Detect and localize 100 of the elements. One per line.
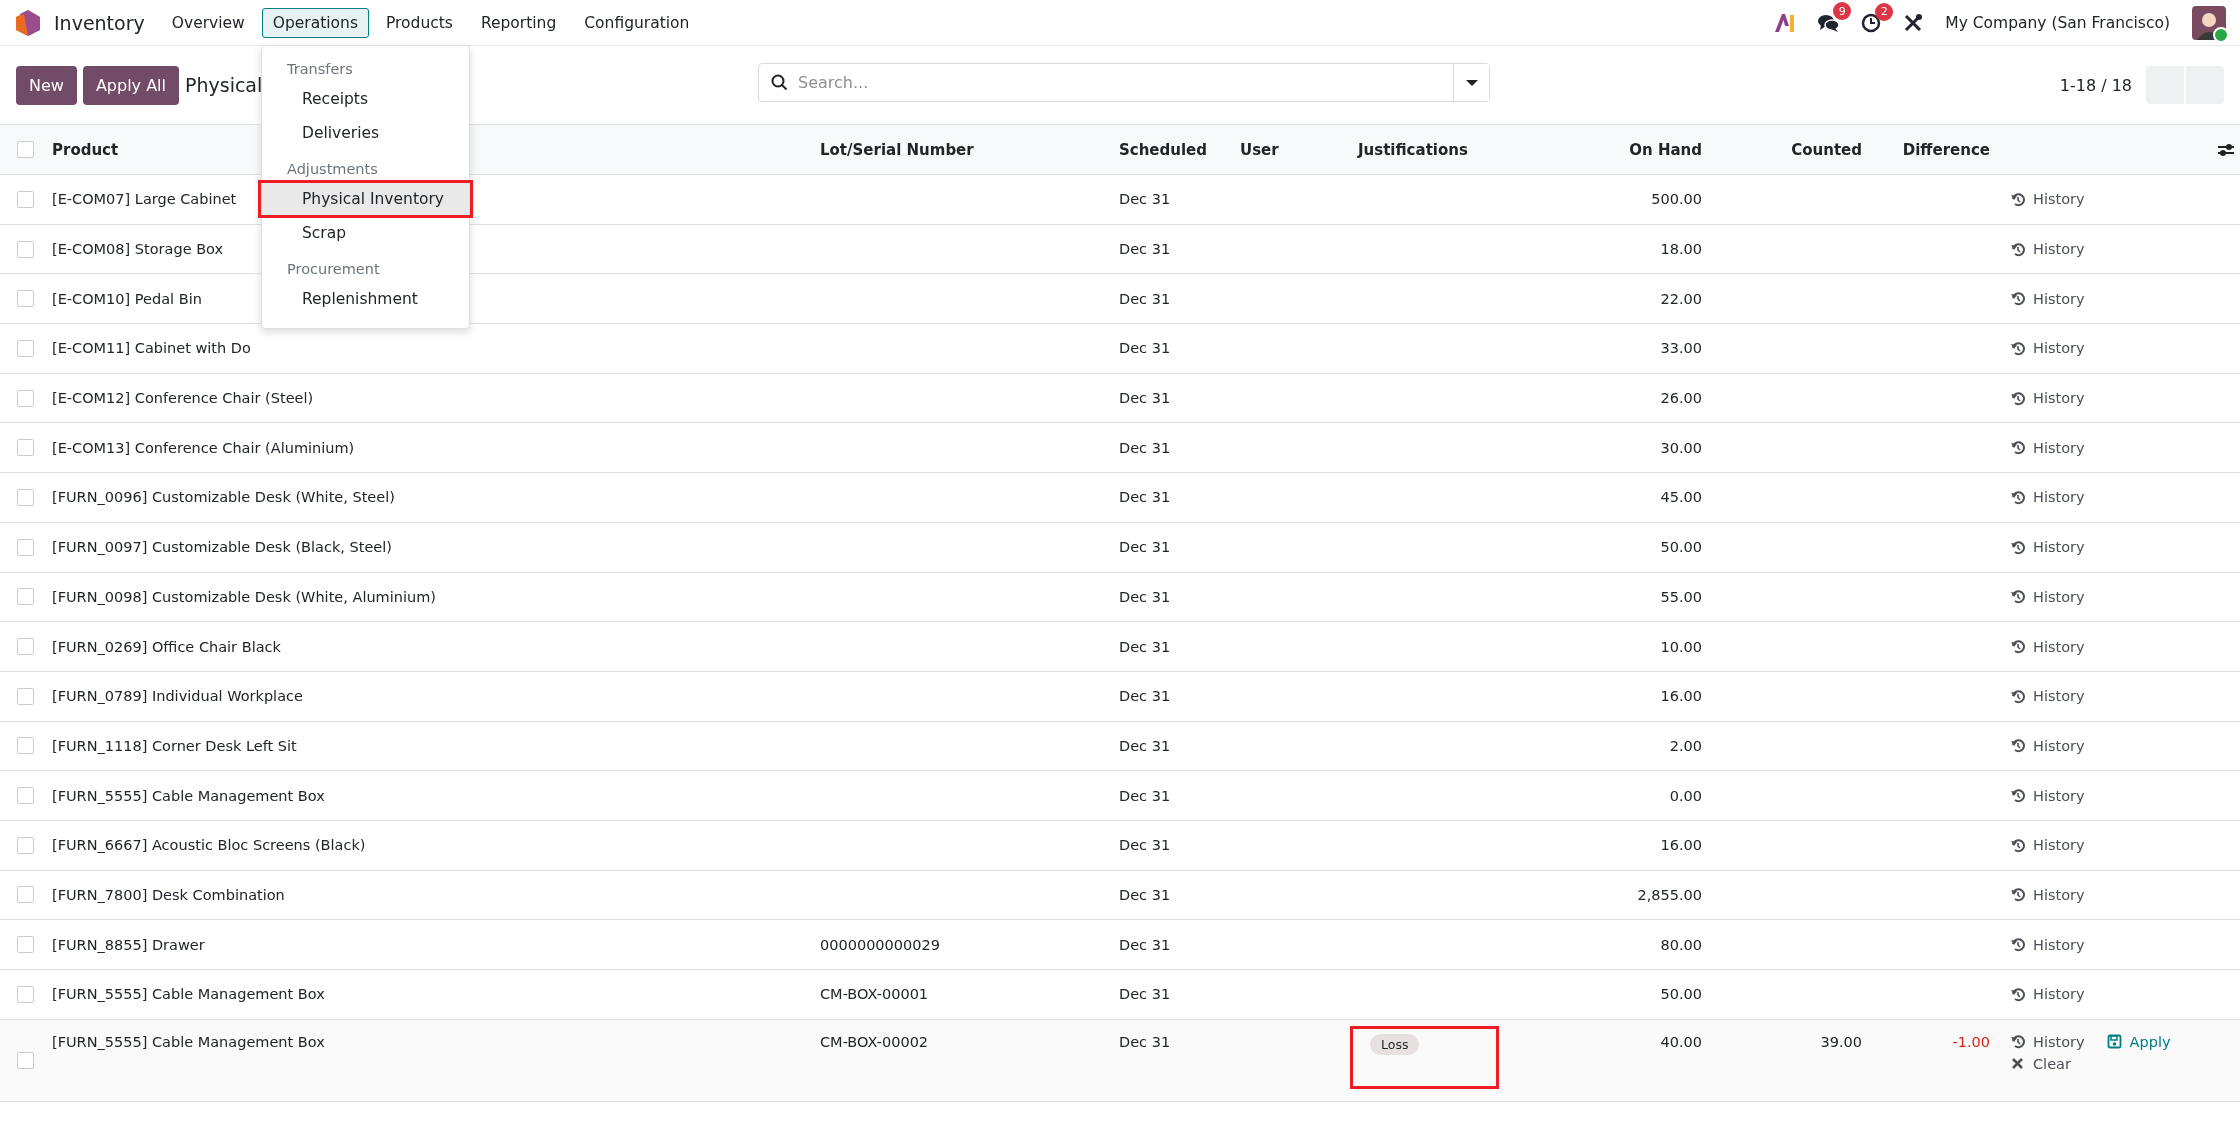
- tools-icon: [1903, 12, 1924, 33]
- search-bar[interactable]: Search...: [758, 63, 1490, 102]
- history-icon: [2010, 191, 2025, 207]
- checkbox[interactable]: [16, 985, 34, 1003]
- nav-menu-item[interactable]: Configuration: [573, 7, 701, 38]
- on-hand-quantity: 0.00: [1669, 787, 1702, 804]
- column-header[interactable]: Counted: [1702, 140, 1862, 159]
- history-button[interactable]: History: [2010, 191, 2085, 208]
- product-name: [E-COM12] Conference Chair (Steel): [52, 390, 314, 407]
- column-header[interactable]: Justifications: [1358, 140, 1600, 159]
- product-name: [FURN_0097] Customizable Desk (Black, Steel): [52, 539, 392, 556]
- scheduled-date: Dec 31: [1119, 191, 1171, 208]
- nav-menu-item[interactable]: Products: [374, 7, 464, 38]
- on-hand-quantity: 500.00: [1651, 191, 1702, 208]
- pager-value: 1-18 / 18: [2059, 75, 2132, 95]
- scheduled-date: Dec 31: [1119, 787, 1171, 804]
- checkbox[interactable]: [16, 638, 34, 656]
- history-button[interactable]: History: [2010, 638, 2085, 655]
- column-header[interactable]: Scheduled: [1119, 140, 1240, 159]
- history-button[interactable]: History: [2010, 340, 2085, 357]
- history-button[interactable]: History: [2010, 787, 2085, 804]
- apply-button[interactable]: Apply: [2106, 1033, 2171, 1050]
- menu-item[interactable]: Receipts: [262, 82, 469, 116]
- checkbox[interactable]: [16, 141, 34, 158]
- checkbox[interactable]: [16, 936, 34, 954]
- history-button[interactable]: History: [2010, 390, 2085, 407]
- nav-menu-item[interactable]: Overview: [160, 7, 256, 38]
- checkbox[interactable]: [16, 737, 34, 755]
- checkbox[interactable]: [16, 588, 34, 606]
- history-icon: [2010, 738, 2025, 754]
- product-name: [FURN_7800] Desk Combination: [52, 886, 285, 903]
- product-name: [E-COM10] Pedal Bin: [52, 290, 202, 307]
- scheduled-date: Dec 31: [1119, 340, 1171, 357]
- scheduled-date: Dec 31: [1119, 390, 1171, 407]
- history-button[interactable]: History: [2010, 588, 2085, 605]
- column-header[interactable]: User: [1240, 140, 1358, 159]
- product-name: [E-COM11] Cabinet with Do: [52, 340, 251, 357]
- history-icon: [2010, 937, 2025, 953]
- history-button[interactable]: History: [2010, 1033, 2085, 1050]
- counted-quantity: 39.00: [1820, 1033, 1862, 1050]
- dropdown-toggle-button[interactable]: [1453, 64, 1489, 101]
- count-badge: 2: [1875, 2, 1894, 21]
- checkbox[interactable]: [16, 439, 34, 457]
- checkbox[interactable]: [16, 787, 34, 805]
- checkbox[interactable]: [16, 687, 34, 705]
- checkbox[interactable]: [16, 240, 34, 258]
- on-hand-quantity: 16.00: [1660, 837, 1702, 854]
- on-hand-quantity: 30.00: [1660, 439, 1702, 456]
- nav-menu-item[interactable]: Reporting: [469, 7, 568, 38]
- history-button[interactable]: History: [2010, 936, 2085, 953]
- settings-icon: [2218, 141, 2234, 158]
- on-hand-quantity: 26.00: [1660, 390, 1702, 407]
- column-header[interactable]: Difference: [1862, 140, 1990, 159]
- clear-button[interactable]: Clear: [2010, 1055, 2240, 1072]
- scheduled-date: Dec 31: [1119, 837, 1171, 854]
- on-hand-quantity: 2.00: [1669, 737, 1702, 754]
- history-icon: [2010, 887, 2025, 903]
- chat-icon: [1817, 12, 1840, 33]
- app-name[interactable]: Inventory: [54, 11, 145, 34]
- on-hand-quantity: 22.00: [1660, 290, 1702, 307]
- checkbox[interactable]: [16, 886, 34, 904]
- checkbox[interactable]: [16, 190, 34, 208]
- history-icon: [2010, 340, 2025, 356]
- history-button[interactable]: History: [2010, 241, 2085, 258]
- history-button[interactable]: History: [2010, 737, 2085, 754]
- scheduled-date: Dec 31: [1119, 539, 1171, 556]
- history-button[interactable]: History: [2010, 290, 2085, 307]
- nav-menu-item[interactable]: Operations: [261, 7, 369, 38]
- page-title: Physical: [185, 74, 263, 96]
- history-button[interactable]: History: [2010, 489, 2085, 506]
- logo-icon: [14, 8, 42, 37]
- checkbox[interactable]: [16, 488, 34, 506]
- history-button[interactable]: History: [2010, 886, 2085, 903]
- menu-item[interactable]: Scrap: [262, 216, 469, 250]
- checkbox[interactable]: [16, 1051, 34, 1069]
- lot-number: CM-BOX-00001: [820, 986, 929, 1003]
- checkbox[interactable]: [16, 290, 34, 308]
- checkbox[interactable]: [16, 389, 34, 407]
- on-hand-quantity: 10.00: [1660, 638, 1702, 655]
- apply-all-button[interactable]: Apply All: [82, 65, 179, 105]
- column-header[interactable]: Lot/Serial Number: [820, 140, 1119, 159]
- history-button[interactable]: History: [2010, 688, 2085, 705]
- menu-item[interactable]: Replenishment: [262, 282, 469, 316]
- checkbox[interactable]: [16, 538, 34, 556]
- new-button[interactable]: New: [16, 65, 77, 105]
- on-hand-quantity: 45.00: [1660, 489, 1702, 506]
- scheduled-date: Dec 31: [1119, 737, 1171, 754]
- history-button[interactable]: History: [2010, 439, 2085, 456]
- checkbox[interactable]: [16, 339, 34, 357]
- product-name: [E-COM08] Storage Box: [52, 241, 224, 258]
- avatar[interactable]: [2192, 5, 2226, 40]
- checkbox[interactable]: [16, 836, 34, 854]
- lot-number: 0000000000029: [820, 936, 940, 953]
- column-header[interactable]: On Hand: [1600, 140, 1702, 159]
- history-button[interactable]: History: [2010, 539, 2085, 556]
- company-switcher[interactable]: My Company (San Francisco): [1945, 13, 2170, 32]
- history-button[interactable]: History: [2010, 837, 2085, 854]
- history-button[interactable]: History: [2010, 986, 2085, 1003]
- product-name: [FURN_5555] Cable Management Box: [52, 1033, 325, 1050]
- difference-quantity: -1.00: [1952, 1033, 1990, 1050]
